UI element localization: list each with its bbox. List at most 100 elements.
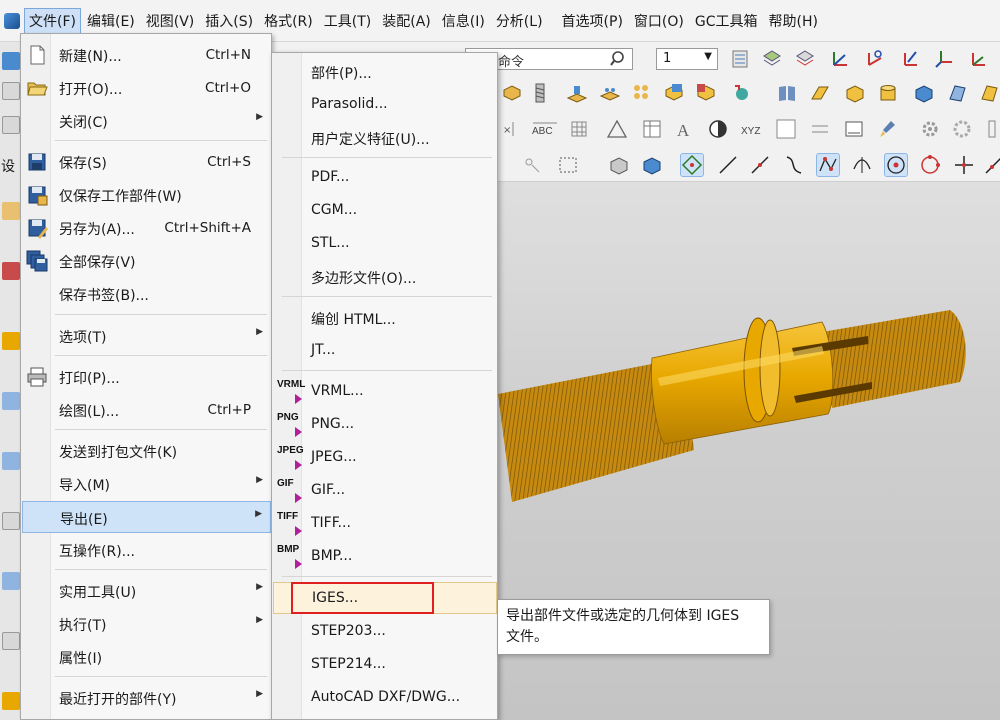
export-item-bmp[interactable]: BMP BMP... — [273, 541, 497, 573]
cylinder-icon[interactable] — [876, 81, 900, 105]
menu-format[interactable]: 格式(R) — [259, 8, 318, 34]
menu-item-recent-parts[interactable]: 最近打开的部件(Y) ▶ — [22, 682, 271, 714]
roles-palette-icon[interactable] — [2, 632, 20, 650]
menu-help[interactable]: 帮助(H) — [764, 8, 823, 34]
layer-move-icon[interactable] — [760, 47, 784, 71]
menu-window[interactable]: 窗口(O) — [629, 8, 689, 34]
export-item-udf[interactable]: 用户定义特征(U)... — [273, 122, 497, 154]
export-item-png[interactable]: PNG PNG... — [273, 409, 497, 441]
table-icon[interactable] — [640, 117, 664, 141]
menu-item-options[interactable]: 选项(T) ▶ — [22, 320, 271, 352]
menu-view[interactable]: 视图(V) — [141, 8, 200, 34]
selection-filter-dropdown[interactable]: 1 ▼ — [656, 48, 718, 70]
snap-points-icon[interactable] — [680, 153, 704, 177]
menu-item-new[interactable]: 新建(N)... Ctrl+N — [22, 39, 271, 71]
wcs-dynamic-icon[interactable] — [828, 47, 852, 71]
export-item-parasolid[interactable]: Parasolid... — [273, 89, 497, 121]
wcs-absolute-icon[interactable] — [932, 47, 956, 71]
dim-x-icon[interactable]: × — [500, 117, 524, 141]
menu-preferences[interactable]: 首选项(P) — [557, 8, 628, 34]
endpoint-line-icon[interactable] — [748, 153, 772, 177]
menu-item-execute[interactable]: 执行(T) ▶ — [22, 608, 271, 640]
menu-insert[interactable]: 插入(S) — [200, 8, 258, 34]
system-materials-icon[interactable] — [2, 332, 20, 350]
export-item-cgm[interactable]: CGM... — [273, 195, 497, 227]
reuse-library-icon[interactable] — [2, 202, 20, 220]
export-item-author-html[interactable]: 编创 HTML... — [273, 302, 497, 334]
extrude-icon[interactable] — [500, 81, 524, 105]
unite-icon[interactable] — [662, 81, 686, 105]
menu-analysis[interactable]: 分析(L) — [491, 8, 548, 34]
system-scene-icon[interactable] — [2, 692, 20, 710]
export-item-step203[interactable]: STEP203... — [273, 616, 497, 648]
curve-icon[interactable] — [782, 153, 806, 177]
export-item-part[interactable]: 部件(P)... — [273, 56, 497, 88]
wcs-display-icon[interactable] — [966, 47, 990, 71]
thread-icon[interactable] — [528, 81, 552, 105]
menu-file[interactable]: 文件(F) — [24, 7, 81, 34]
history-icon[interactable] — [2, 262, 20, 280]
view-orient-icon[interactable] — [607, 153, 631, 177]
sheet-icon[interactable] — [808, 81, 832, 105]
menu-item-print[interactable]: 打印(P)... — [22, 361, 271, 393]
menu-gc-toolkit[interactable]: GC工具箱 — [690, 8, 763, 34]
palette-icon[interactable] — [2, 392, 20, 410]
text-a-icon[interactable]: A — [673, 117, 697, 141]
menu-item-save-bookmark[interactable]: 保存书签(B)... — [22, 278, 271, 310]
half-circle-icon[interactable] — [706, 117, 730, 141]
nx-app-icon[interactable] — [4, 12, 20, 29]
wcs-origin-icon[interactable] — [862, 47, 886, 71]
menu-item-utilities[interactable]: 实用工具(U) ▶ — [22, 575, 271, 607]
block-icon[interactable] — [843, 81, 867, 105]
brush-icon[interactable] — [875, 117, 899, 141]
search-icon[interactable] — [610, 50, 628, 68]
spline-points-icon[interactable] — [816, 153, 840, 177]
menu-item-save[interactable]: 保存(S) Ctrl+S — [22, 146, 271, 178]
menu-item-send-to-package[interactable]: 发送到打包文件(K) — [22, 435, 271, 467]
box-icon[interactable] — [912, 81, 936, 105]
layer-copy-icon[interactable] — [793, 47, 817, 71]
rectangle-select-icon[interactable] — [556, 153, 580, 177]
fold-sheet-icon[interactable] — [946, 81, 970, 105]
export-item-vrml[interactable]: VRML VRML... — [273, 376, 497, 408]
export-item-autocad-dxf-dwg[interactable]: AutoCAD DXF/DWG... — [273, 682, 497, 714]
menu-item-save-work-part[interactable]: 仅保存工作部件(W) — [22, 179, 271, 211]
export-item-gif[interactable]: GIF GIF... — [273, 475, 497, 507]
shaded-view-icon[interactable] — [640, 153, 664, 177]
web-browser-icon[interactable] — [2, 452, 20, 470]
subtract-icon[interactable] — [694, 81, 718, 105]
menu-item-close[interactable]: 关闭(C) ▶ — [22, 105, 271, 137]
process-studio-icon[interactable] — [2, 512, 20, 530]
menu-assemblies[interactable]: 装配(A) — [377, 8, 436, 34]
abc-text-icon[interactable]: ABC — [530, 117, 560, 141]
menu-edit[interactable]: 编辑(E) — [82, 8, 140, 34]
assembly-navigator-icon[interactable] — [2, 52, 20, 70]
menu-item-export[interactable]: 导出(E) ▶ — [22, 501, 271, 533]
menu-item-properties[interactable]: 属性(I) — [22, 641, 271, 673]
tool-icon[interactable] — [982, 117, 1000, 141]
menu-item-open[interactable]: 打开(O)... Ctrl+O — [22, 72, 271, 104]
datum-csys-icon[interactable] — [730, 81, 754, 105]
gear-icon[interactable] — [950, 117, 974, 141]
menu-item-save-all[interactable]: 全部保存(V) — [22, 245, 271, 277]
menu-item-import[interactable]: 导入(M) ▶ — [22, 468, 271, 500]
grid-icon[interactable] — [568, 117, 592, 141]
dimension-label-icon[interactable] — [808, 117, 832, 141]
export-item-tiff[interactable]: TIFF TIFF... — [273, 508, 497, 540]
pattern-icon[interactable] — [630, 81, 654, 105]
settings-gear-icon[interactable] — [918, 117, 942, 141]
empty-box-icon[interactable] — [774, 117, 798, 141]
select-scope-icon[interactable] — [520, 153, 544, 177]
export-item-jpeg[interactable]: JPEG JPEG... — [273, 442, 497, 474]
layer-settings-icon[interactable] — [728, 47, 752, 71]
center-point-icon[interactable] — [884, 153, 908, 177]
export-item-polygon-file[interactable]: 多边形文件(O)... — [273, 261, 497, 293]
intersection-point-icon[interactable] — [952, 153, 976, 177]
point-on-curve-icon[interactable] — [982, 153, 1000, 177]
quadrant-point-icon[interactable] — [918, 153, 942, 177]
pad-icon[interactable] — [598, 81, 622, 105]
xyz-icon[interactable]: XYZ — [738, 117, 768, 141]
menu-item-plot[interactable]: 绘图(L)... Ctrl+P — [22, 394, 271, 426]
menu-tools[interactable]: 工具(T) — [319, 8, 376, 34]
surface-icon[interactable] — [978, 81, 1000, 105]
